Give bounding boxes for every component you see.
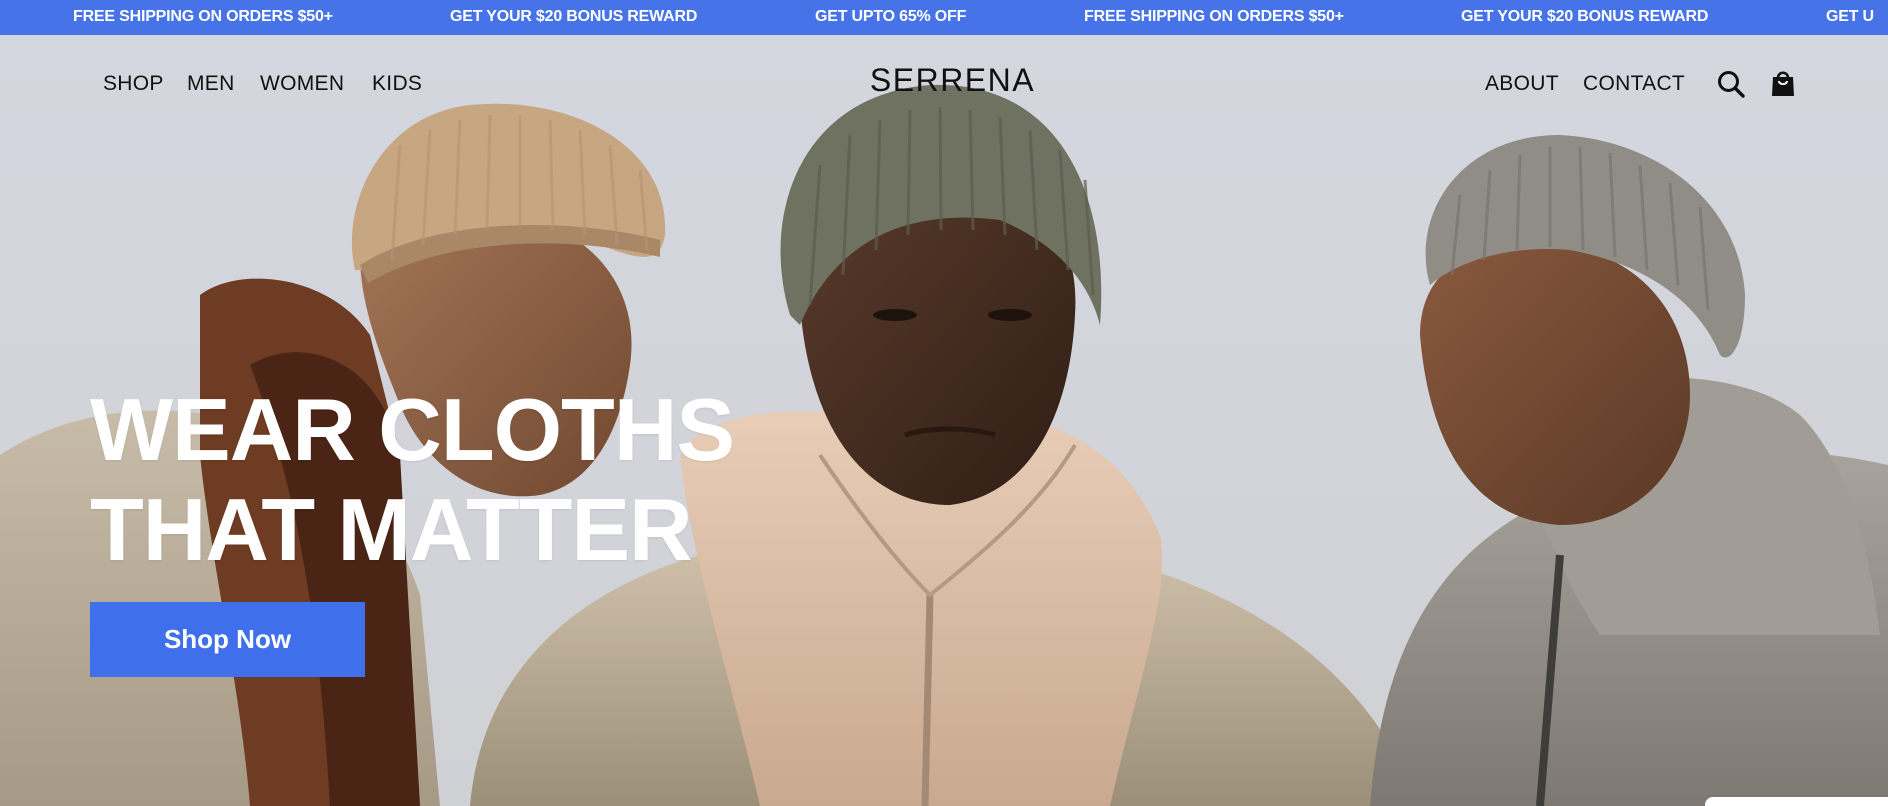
nav-link-about[interactable]: ABOUT (1485, 70, 1559, 98)
announcement-message: FREE SHIPPING ON ORDERS $50+ (1084, 8, 1344, 25)
shop-now-button[interactable]: Shop Now (90, 602, 365, 677)
announcement-message: GET UPTO 65% OFF (815, 8, 967, 25)
announcement-message: GET U (1826, 8, 1874, 25)
search-icon[interactable] (1716, 69, 1746, 99)
announcement-message: FREE SHIPPING ON ORDERS $50+ (73, 8, 333, 25)
chat-widget-tab[interactable] (1705, 797, 1888, 806)
announcement-message: GET YOUR $20 BONUS REWARD (450, 8, 698, 25)
nav-link-men[interactable]: MEN (187, 70, 235, 98)
nav-link-kids[interactable]: KIDS (372, 70, 422, 98)
nav-link-shop[interactable]: SHOP (103, 70, 164, 98)
hero-headline-line: THAT MATTER (90, 480, 693, 579)
brand-logo[interactable]: SERRENA (840, 62, 1065, 102)
nav-link-women[interactable]: WOMEN (260, 70, 344, 98)
hero-headline-line: WEAR CLOTHS (90, 380, 735, 479)
announcement-bar: FREE SHIPPING ON ORDERS $50+ GET YOUR $2… (0, 0, 1888, 35)
hero-section: SHOP MEN WOMEN KIDS SERRENA ABOUT CONTAC… (0, 35, 1888, 806)
announcement-message: GET YOUR $20 BONUS REWARD (1461, 8, 1709, 25)
hero-headline: WEAR CLOTHS THAT MATTER (90, 380, 735, 580)
shopping-bag-icon[interactable] (1768, 68, 1798, 98)
nav-link-contact[interactable]: CONTACT (1583, 70, 1685, 98)
